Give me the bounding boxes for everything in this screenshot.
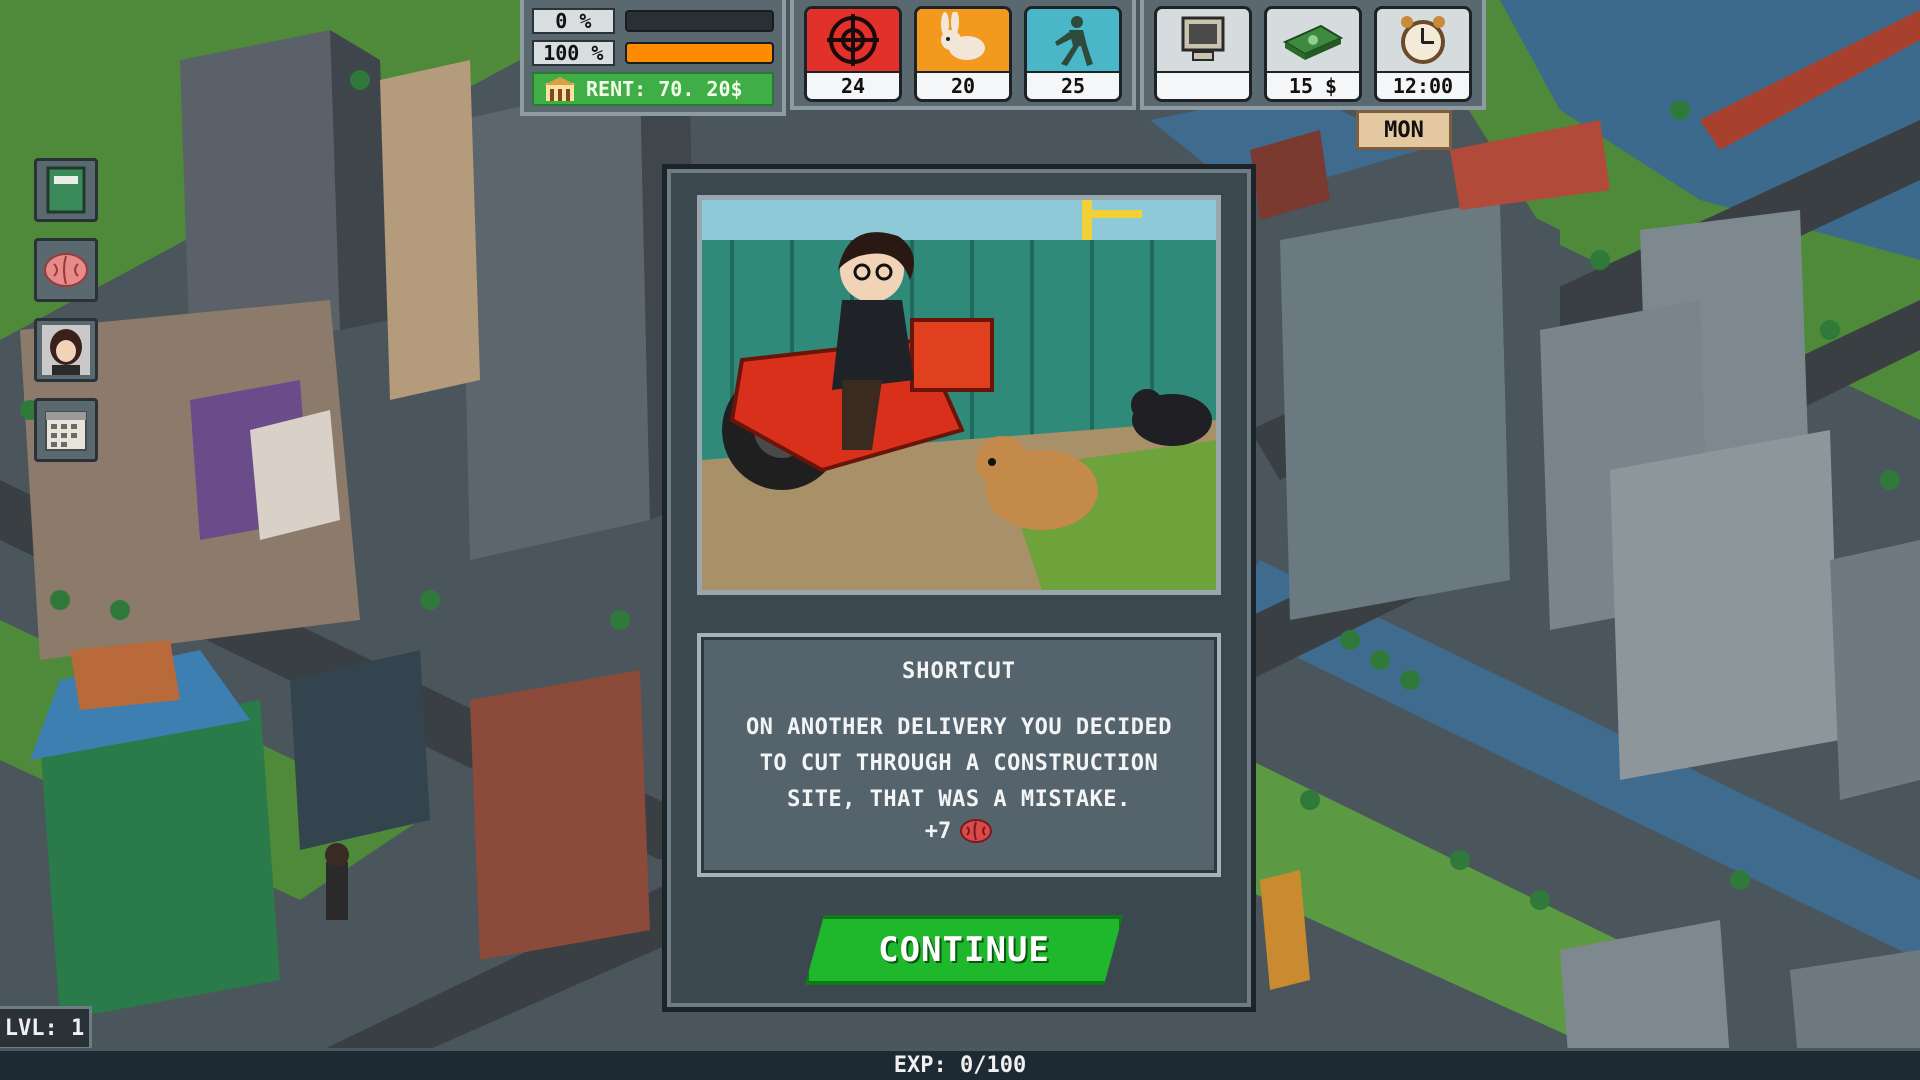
- stat-bar-bottom: [624, 42, 774, 64]
- day-badge: MON: [1356, 110, 1452, 150]
- event-illustration: [697, 195, 1221, 595]
- slot-runner[interactable]: 25: [1024, 6, 1122, 102]
- slot-computer[interactable]: [1154, 6, 1252, 102]
- slot-target[interactable]: 24: [804, 6, 902, 102]
- event-dialog: SHORTCUT ON ANOTHER DELIVERY YOU DECIDED…: [662, 164, 1256, 1012]
- slot-runner-value: 25: [1027, 71, 1119, 99]
- event-description: ON ANOTHER DELIVERY YOU DECIDED TO CUT T…: [745, 715, 1173, 812]
- scooter-dog-chase-illustration: [702, 200, 1216, 590]
- stat-row-bottom: 100 %: [532, 38, 774, 68]
- notebook-icon: [46, 166, 86, 214]
- event-reward: +7: [731, 818, 1187, 844]
- calendar-icon: [45, 411, 87, 451]
- stat-bar-top: [624, 10, 774, 32]
- level-badge: LVL: 1: [0, 1006, 92, 1050]
- rent-display[interactable]: RENT: 70. 20$: [532, 72, 774, 106]
- alarm-clock-icon: [1401, 16, 1445, 64]
- event-title: SHORTCUT: [902, 659, 1016, 684]
- brain-icon: [960, 819, 993, 843]
- slot-clock-value: 12:00: [1377, 71, 1469, 99]
- slot-rabbit-image: [917, 9, 1009, 71]
- brain-button[interactable]: [34, 238, 98, 302]
- money-stack-icon: [1282, 24, 1344, 60]
- exp-label: EXP: 0/100: [893, 1053, 1027, 1078]
- side-menu: [34, 158, 98, 462]
- needs-panel: 24 20 25: [790, 0, 1136, 110]
- slot-money-image: [1267, 9, 1359, 71]
- continue-button[interactable]: CONTINUE: [805, 915, 1123, 985]
- event-reward-amount: +7: [924, 818, 952, 844]
- slot-target-image: [807, 9, 899, 71]
- character-portrait-icon: [42, 325, 90, 375]
- slot-rabbit-value: 20: [917, 71, 1009, 99]
- slot-money[interactable]: 15 $: [1264, 6, 1362, 102]
- stat-bar-bottom-fill: [626, 44, 772, 62]
- character-button[interactable]: [34, 318, 98, 382]
- target-icon: [827, 14, 879, 66]
- slot-runner-image: [1027, 9, 1119, 71]
- slot-computer-image: [1157, 9, 1249, 71]
- event-text-panel: SHORTCUT ON ANOTHER DELIVERY YOU DECIDED…: [697, 633, 1221, 877]
- rabbit-icon: [941, 12, 985, 60]
- slot-computer-value: [1157, 71, 1249, 99]
- brain-icon: [44, 253, 88, 287]
- stat-percent-bottom: 100 %: [532, 40, 615, 66]
- stat-percent-top: 0 %: [532, 8, 615, 34]
- rent-label: RENT: 70. 20$: [586, 77, 743, 101]
- running-figure-icon: [1055, 16, 1093, 66]
- slot-clock[interactable]: 12:00: [1374, 6, 1472, 102]
- slot-target-value: 24: [807, 71, 899, 99]
- exp-bar: EXP: 0/100: [0, 1048, 1920, 1080]
- building-icon: [544, 77, 576, 101]
- slot-rabbit[interactable]: 20: [914, 6, 1012, 102]
- notebook-button[interactable]: [34, 158, 98, 222]
- calendar-button[interactable]: [34, 398, 98, 462]
- stats-panel: 0 % 100 % RENT: 70. 20$: [520, 0, 786, 116]
- stat-row-top: 0 %: [532, 6, 774, 36]
- slot-money-value: 15 $: [1267, 71, 1359, 99]
- status-panel: 15 $ 12:00: [1140, 0, 1486, 110]
- slot-clock-image: [1377, 9, 1469, 71]
- computer-icon: [1181, 16, 1225, 61]
